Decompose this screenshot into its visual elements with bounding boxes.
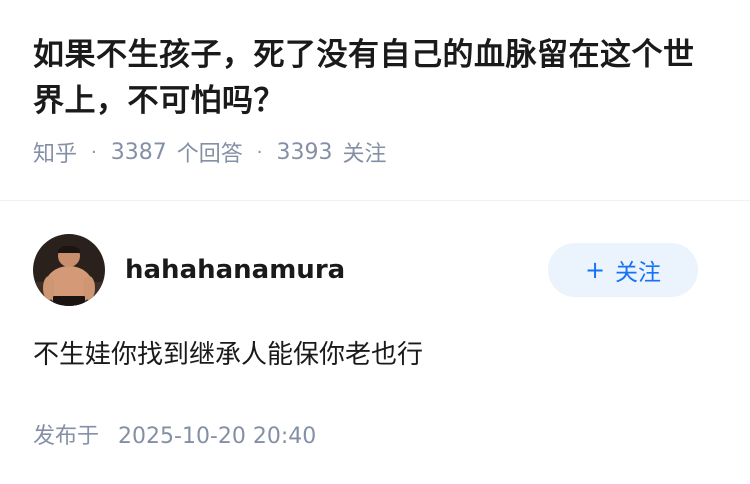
publish-info: 发布于 2025-10-20 20:40	[33, 418, 316, 450]
author-row: hahahanamura + 关注	[33, 234, 698, 306]
answer-count: 3387	[110, 139, 167, 165]
author-avatar[interactable]	[33, 234, 105, 306]
follower-count: 3393	[276, 139, 333, 165]
publish-label: 发布于	[33, 424, 100, 449]
follower-count-label: 关注	[342, 142, 387, 167]
meta-separator: ·	[256, 141, 263, 163]
source-label[interactable]: 知乎	[33, 136, 77, 168]
user-avatar-icon	[33, 234, 105, 306]
author-name[interactable]: hahahanamura	[125, 255, 548, 285]
publish-time: 2025-10-20 20:40	[118, 424, 317, 449]
question-title[interactable]: 如果不生孩子，死了没有自己的血脉留在这个世界上，不可怕吗？	[33, 32, 723, 124]
follow-button[interactable]: + 关注	[548, 243, 698, 297]
plus-icon: +	[584, 256, 606, 284]
question-meta: 知乎 · 3387 个回答 · 3393 关注	[33, 136, 723, 168]
follow-button-label: 关注	[615, 260, 662, 286]
answer-content[interactable]: 不生娃你找到继承人能保你老也行	[33, 335, 423, 375]
section-divider	[0, 200, 750, 201]
question-header: 如果不生孩子，死了没有自己的血脉留在这个世界上，不可怕吗？ 知乎 · 3387 …	[33, 32, 723, 168]
answer-count-label: 个回答	[176, 142, 243, 167]
meta-separator: ·	[91, 141, 97, 163]
